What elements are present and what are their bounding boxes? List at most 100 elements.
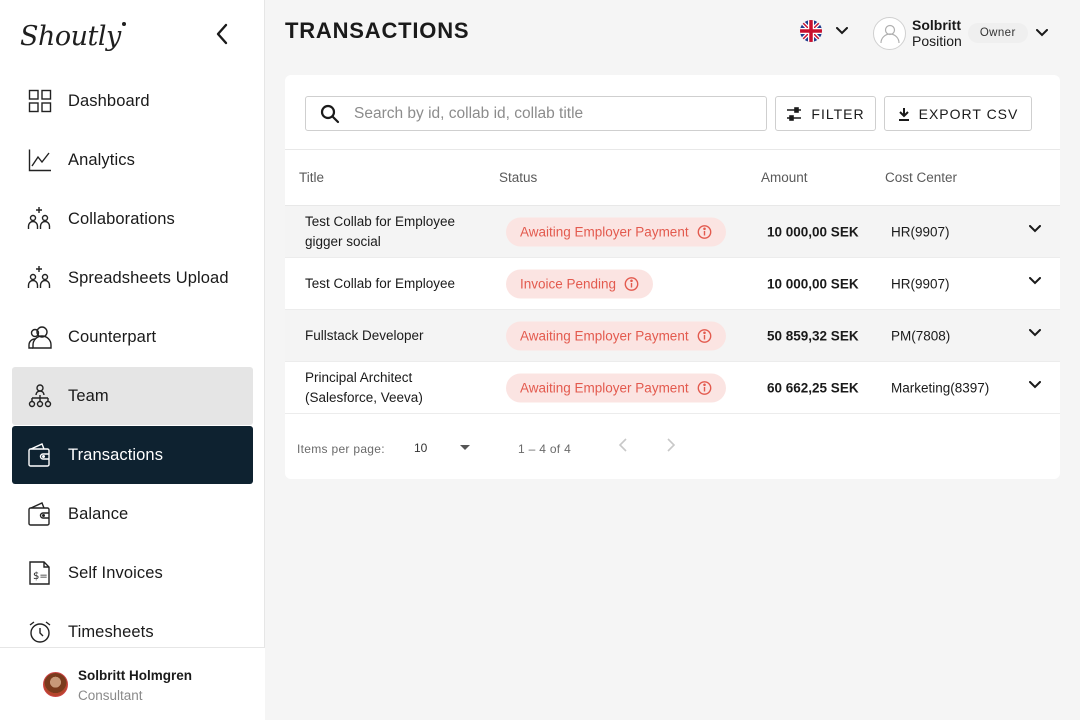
export-csv-button[interactable]: EXPORT CSV <box>884 96 1032 131</box>
column-header-cost-center[interactable]: Cost Center <box>885 170 957 185</box>
info-icon[interactable] <box>697 224 712 239</box>
table-row[interactable]: Test Collab for Employee gigger social A… <box>285 206 1060 258</box>
svg-text:$=: $= <box>33 571 48 582</box>
user-avatar <box>43 672 68 697</box>
info-icon[interactable] <box>697 328 712 343</box>
user-role: Consultant <box>78 688 143 703</box>
row-cost-center: Marketing(8397) <box>891 380 990 395</box>
info-icon[interactable] <box>624 276 639 291</box>
sidebar-item-label: Balance <box>68 504 129 523</box>
account-menu[interactable]: Solbritt Position Owner <box>873 15 1048 51</box>
row-title: Test Collab for Employee gigger social <box>305 213 456 249</box>
chevron-left-icon <box>618 438 627 452</box>
search-box <box>305 96 767 131</box>
sidebar-item-transactions[interactable]: Transactions <box>12 426 253 484</box>
items-per-page-select[interactable]: 10 <box>414 437 470 459</box>
expand-row-button[interactable] <box>1026 376 1044 394</box>
brand-logo[interactable]: Shoutly <box>20 16 126 56</box>
status-badge: Awaiting Employer Payment <box>506 217 726 246</box>
previous-page-button[interactable] <box>618 438 628 457</box>
status-badge: Invoice Pending <box>506 269 654 298</box>
sidebar-item-balance[interactable]: Balance <box>12 485 253 543</box>
status-text: Awaiting Employer Payment <box>520 224 689 239</box>
sidebar-item-label: Counterpart <box>68 327 157 346</box>
sidebar-item-counterpart[interactable]: Counterpart <box>12 308 253 366</box>
chevron-down-icon <box>836 27 848 35</box>
table-row[interactable]: Test Collab for Employee Invoice Pending… <box>285 258 1060 310</box>
export-label: EXPORT CSV <box>918 105 1019 122</box>
sidebar-item-label: Analytics <box>68 150 135 169</box>
row-cost-center: HR(9907) <box>891 224 950 239</box>
sidebar-item-analytics[interactable]: Analytics <box>12 131 253 189</box>
row-cost-center: PM(7808) <box>891 328 951 343</box>
sidebar: Shoutly Dashboard Analytics Collaboratio… <box>0 0 265 720</box>
expand-row-button[interactable] <box>1026 220 1044 238</box>
paginator: Items per page: 10 1 – 4 of 4 <box>285 415 1060 479</box>
chevron-down-icon <box>1035 29 1048 37</box>
sidebar-user[interactable]: Solbritt Holmgren Consultant <box>0 647 265 720</box>
sidebar-item-label: Dashboard <box>68 91 150 110</box>
row-cost-center: HR(9907) <box>891 276 950 291</box>
team-icon <box>27 383 53 409</box>
chevron-left-icon <box>216 23 228 45</box>
transactions-table: Title Status Amount Cost Center Test Col… <box>285 149 1060 414</box>
collaborations-icon <box>27 206 53 232</box>
status-badge: Awaiting Employer Payment <box>506 321 726 350</box>
language-selector[interactable] <box>800 20 848 42</box>
role-badge: Owner <box>967 23 1028 43</box>
account-name: Solbritt <box>912 17 961 33</box>
user-name: Solbritt Holmgren <box>78 668 192 683</box>
sidebar-item-label: Spreadsheets Upload <box>68 268 229 287</box>
search-input[interactable] <box>354 104 754 123</box>
filter-label: FILTER <box>811 105 865 122</box>
next-page-button[interactable] <box>666 438 676 457</box>
sidebar-item-label: Timesheets <box>68 622 154 641</box>
page-range: 1 – 4 of 4 <box>518 442 572 456</box>
row-amount: 60 662,25 SEK <box>767 380 859 395</box>
expand-row-button[interactable] <box>1026 324 1044 342</box>
column-header-title[interactable]: Title <box>299 170 324 185</box>
sidebar-item-label: Transactions <box>68 445 164 464</box>
dashboard-icon <box>27 88 53 114</box>
sidebar-item-label: Team <box>68 386 109 405</box>
sidebar-item-self-invoices[interactable]: $= Self Invoices <box>12 544 253 602</box>
sidebar-item-collaborations[interactable]: Collaborations <box>12 190 253 248</box>
analytics-icon <box>27 147 53 173</box>
table-row[interactable]: Principal Architect (Salesforce, Veeva) … <box>285 362 1060 414</box>
caret-down-icon <box>460 445 470 450</box>
row-amount: 50 859,32 SEK <box>767 328 859 343</box>
sidebar-nav: Dashboard Analytics Collaborations Sprea… <box>12 72 253 662</box>
column-header-amount[interactable]: Amount <box>761 170 808 185</box>
sidebar-item-label: Self Invoices <box>68 563 163 582</box>
chevron-right-icon <box>667 438 676 452</box>
spreadsheets-upload-icon <box>27 265 53 291</box>
chevron-down-icon <box>1029 381 1041 389</box>
filter-sliders-icon <box>787 106 802 121</box>
account-avatar-icon <box>873 16 906 50</box>
row-amount: 10 000,00 SEK <box>767 276 859 291</box>
collapse-sidebar-button[interactable] <box>208 20 236 48</box>
table-header: Title Status Amount Cost Center <box>285 149 1060 206</box>
status-text: Invoice Pending <box>520 276 617 291</box>
row-title: Principal Architect (Salesforce, Veeva) <box>305 369 423 405</box>
column-header-status[interactable]: Status <box>499 170 537 185</box>
page-title: TRANSACTIONS <box>285 18 470 43</box>
sidebar-item-spreadsheets-upload[interactable]: Spreadsheets Upload <box>12 249 253 307</box>
table-row[interactable]: Fullstack Developer Awaiting Employer Pa… <box>285 310 1060 362</box>
brand-name: Shoutly <box>20 20 121 52</box>
info-icon[interactable] <box>697 380 712 395</box>
search-icon <box>306 104 354 124</box>
chevron-down-icon <box>1029 225 1041 233</box>
sidebar-item-team[interactable]: Team <box>12 367 253 425</box>
status-text: Awaiting Employer Payment <box>520 380 689 395</box>
status-badge: Awaiting Employer Payment <box>506 373 726 402</box>
expand-row-button[interactable] <box>1026 272 1044 290</box>
counterpart-icon <box>27 324 53 350</box>
brand-dot <box>121 22 126 26</box>
filter-button[interactable]: FILTER <box>775 96 876 131</box>
sidebar-item-dashboard[interactable]: Dashboard <box>12 72 253 130</box>
row-title: Test Collab for Employee <box>305 275 456 291</box>
chevron-down-icon <box>1029 329 1041 337</box>
transactions-icon <box>27 442 53 468</box>
sidebar-item-label: Collaborations <box>68 209 175 228</box>
